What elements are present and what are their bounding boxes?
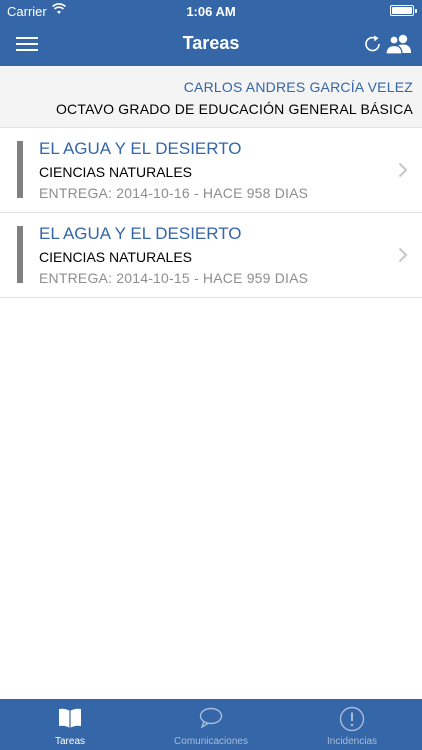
tab-tareas[interactable]: Tareas <box>0 699 140 750</box>
task-item[interactable]: EL AGUA Y EL DESIERTO CIENCIAS NATURALES… <box>0 213 422 298</box>
task-title: EL AGUA Y EL DESIERTO <box>39 139 242 158</box>
nav-bar: Tareas <box>0 22 422 66</box>
task-title: EL AGUA Y EL DESIERTO <box>39 224 242 243</box>
chevron-right-icon <box>398 162 408 178</box>
task-due-date: ENTREGA: 2014-10-15 - HACE 959 DIAS <box>39 270 309 286</box>
chat-bubble-icon <box>199 707 223 729</box>
task-accent-bar <box>17 226 23 283</box>
battery-icon <box>390 5 417 16</box>
task-subject: CIENCIAS NATURALES <box>39 164 192 180</box>
alert-icon <box>339 706 365 732</box>
student-name: CARLOS ANDRES GARCÍA VELEZ <box>183 79 413 95</box>
users-button[interactable] <box>384 32 414 56</box>
tab-label: Incidencias <box>326 736 378 747</box>
status-bar: Carrier 1:06 AM <box>0 0 422 22</box>
clock: 1:06 AM <box>186 4 236 19</box>
chevron-right-icon <box>398 247 408 263</box>
tab-label: Comunicaciones <box>174 736 248 747</box>
tab-incidencias[interactable]: Incidencias <box>282 699 422 750</box>
task-item[interactable]: EL AGUA Y EL DESIERTO CIENCIAS NATURALES… <box>0 128 422 213</box>
task-due-date: ENTREGA: 2014-10-16 - HACE 958 DIAS <box>39 185 309 201</box>
users-icon <box>385 34 411 55</box>
student-header: CARLOS ANDRES GARCÍA VELEZ OCTAVO GRADO … <box>0 66 422 128</box>
task-subject: CIENCIAS NATURALES <box>39 249 192 265</box>
book-icon <box>59 708 81 728</box>
student-grade: OCTAVO GRADO DE EDUCACIÓN GENERAL BÁSICA <box>55 101 413 117</box>
refresh-button[interactable] <box>362 33 384 55</box>
tab-bar: Tareas Comunicaciones Incidencias <box>0 699 422 750</box>
tab-comunicaciones[interactable]: Comunicaciones <box>141 699 281 750</box>
refresh-icon <box>365 35 380 52</box>
tab-label: Tareas <box>54 736 85 747</box>
task-accent-bar <box>17 141 23 198</box>
page-title: Tareas <box>182 33 240 53</box>
